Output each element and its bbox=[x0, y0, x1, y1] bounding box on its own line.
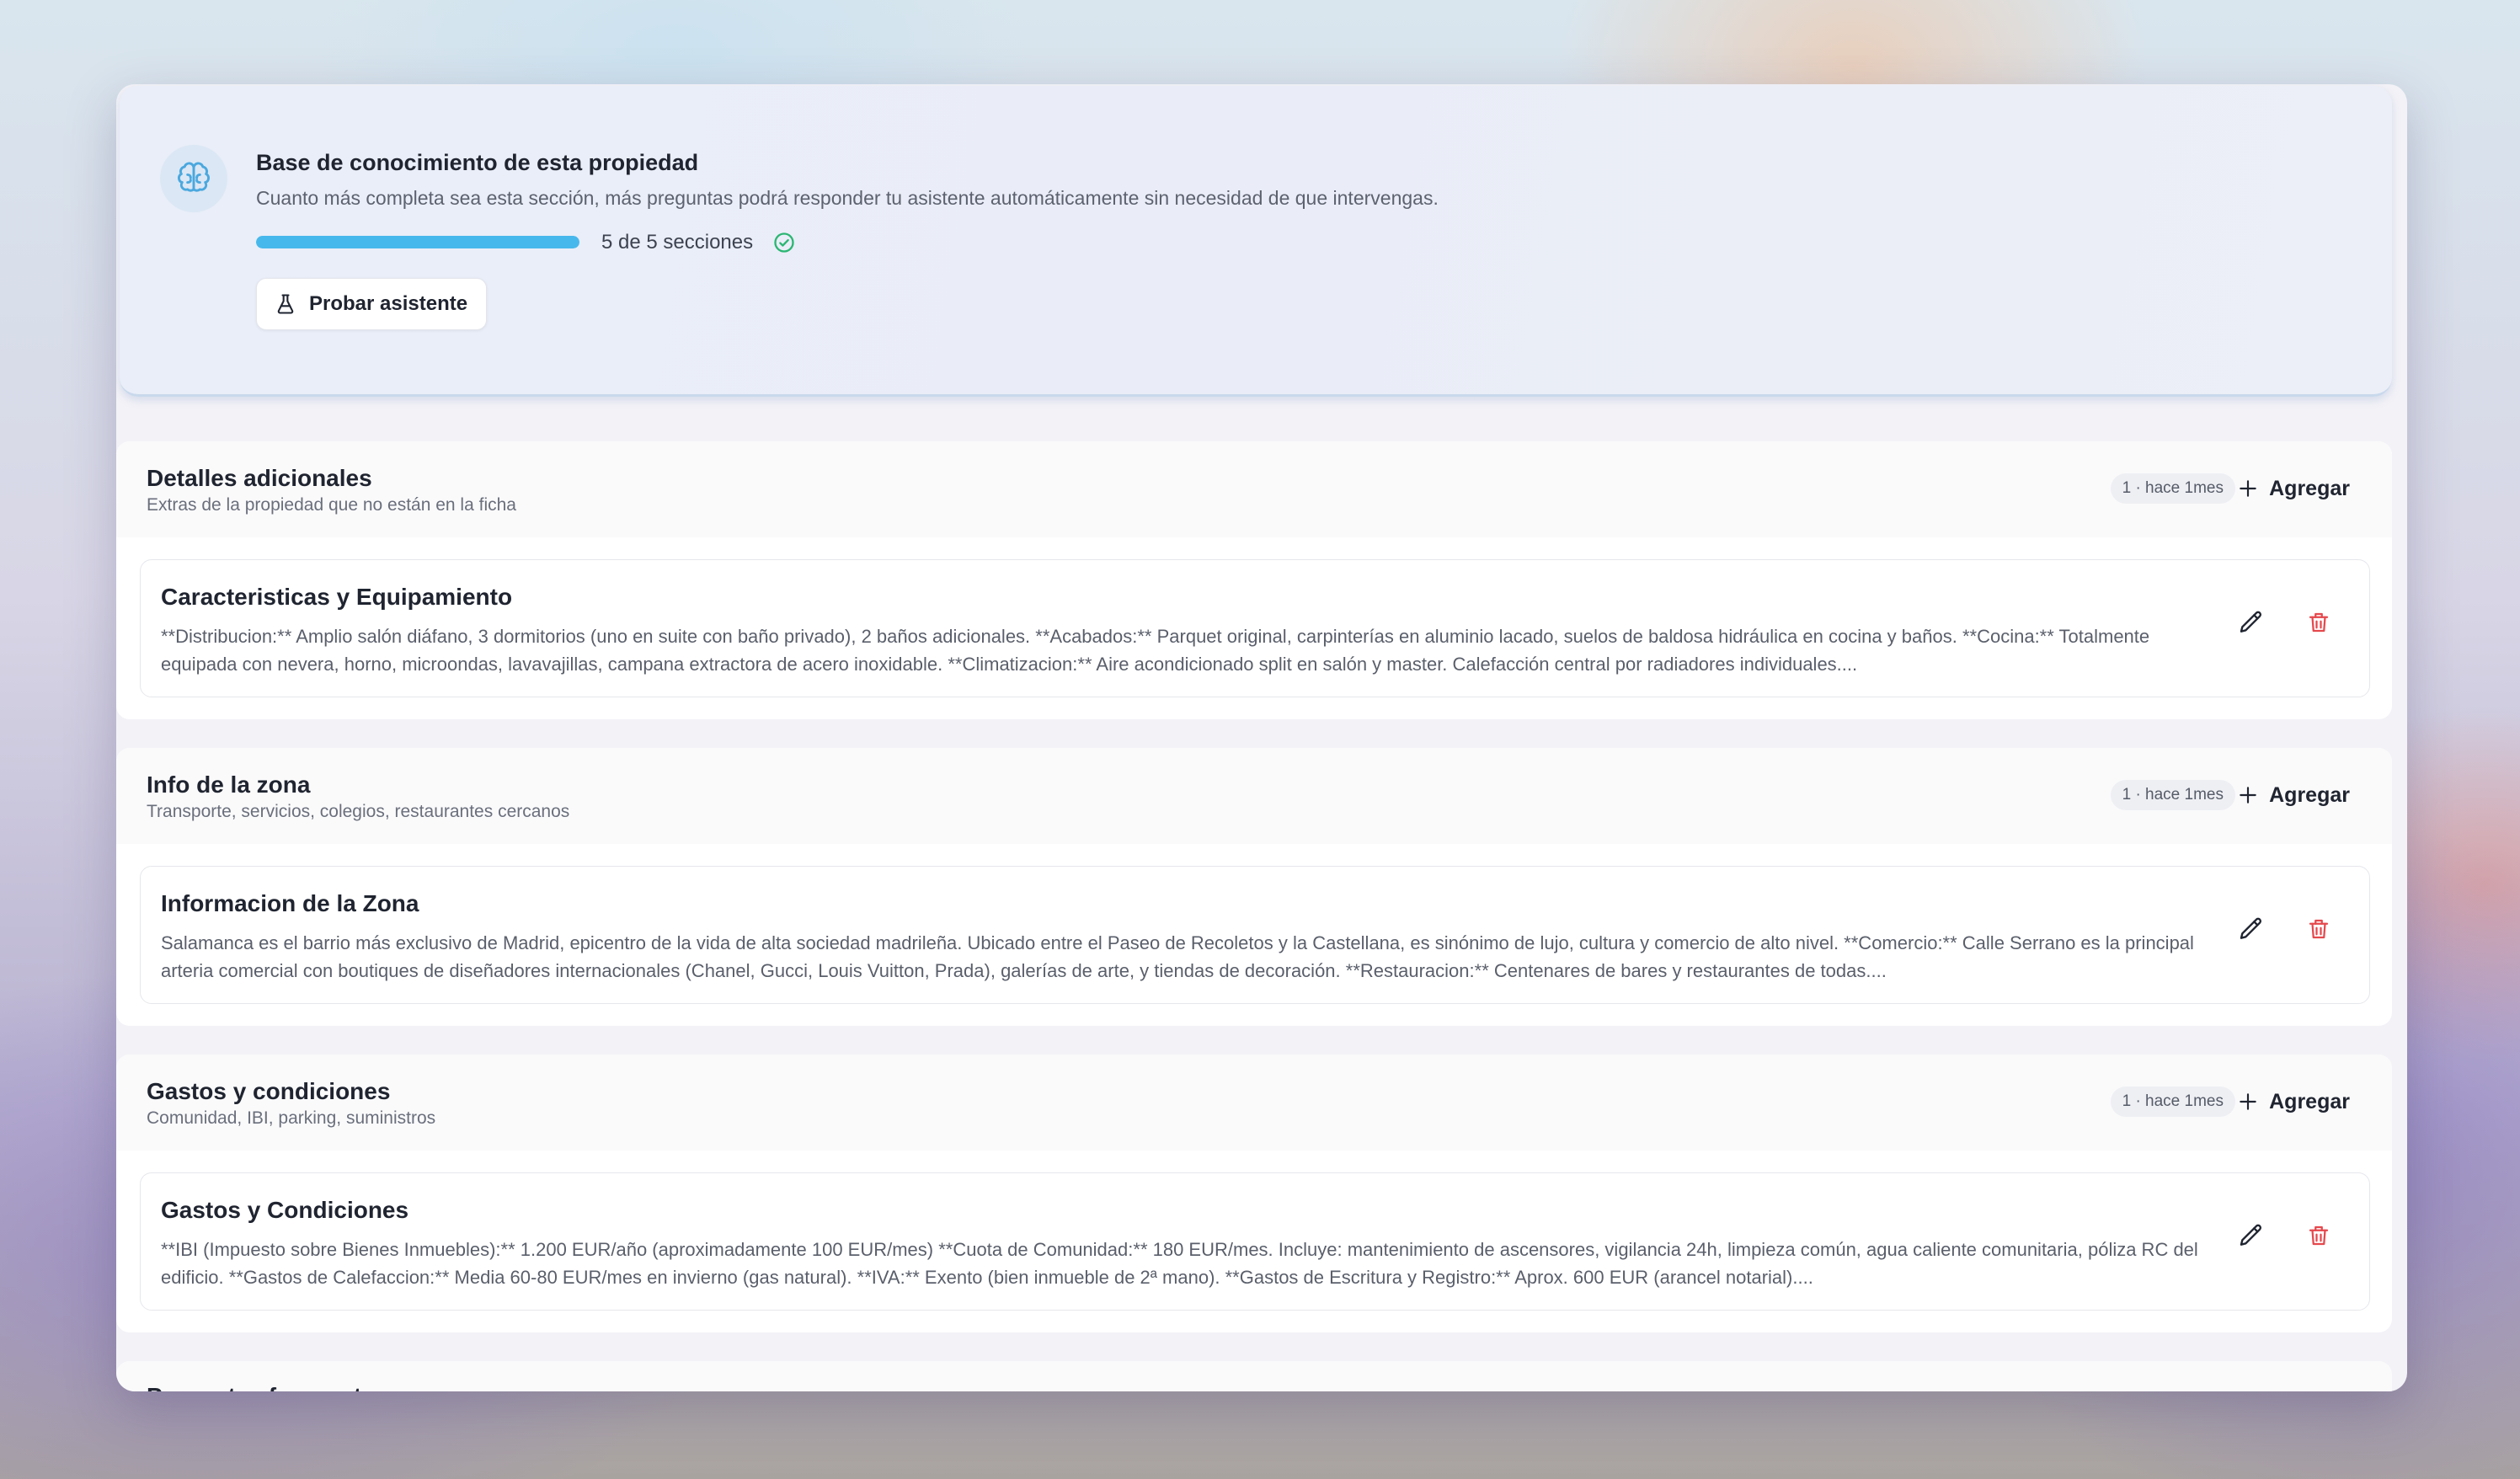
add-button-label: Agregar bbox=[2269, 782, 2350, 807]
add-button-label: Agregar bbox=[2269, 476, 2350, 500]
entry-preview-text: **IBI (Impuesto sobre Bienes Inmuebles):… bbox=[161, 1239, 2198, 1288]
entry-count-badge: 1 · hace 1mes bbox=[2110, 1087, 2235, 1117]
section-subtitle: Comunidad, IBI, parking, suministros bbox=[147, 1108, 436, 1128]
trash-icon[interactable] bbox=[2300, 910, 2337, 948]
brain-icon bbox=[160, 145, 227, 212]
section-title: Gastos y condiciones bbox=[147, 1078, 391, 1104]
section-info-zona: Info de la zona Transporte, servicios, c… bbox=[116, 748, 2392, 1026]
knowledge-base-description: Cuanto más completa sea esta sección, má… bbox=[256, 187, 1439, 209]
section-subtitle: Extras de la propiedad que no están en l… bbox=[147, 495, 516, 515]
pencil-icon[interactable] bbox=[2233, 910, 2270, 948]
section-header: Info de la zona Transporte, servicios, c… bbox=[116, 748, 2392, 844]
add-button[interactable]: Agregar bbox=[2237, 1083, 2350, 1120]
knowledge-base-title: Base de conocimiento de esta propiedad bbox=[256, 150, 699, 175]
section-preguntas-frecuentes: Preguntas frecuentes bbox=[116, 1361, 2392, 1391]
pencil-icon[interactable] bbox=[2233, 604, 2270, 641]
knowledge-entry-card[interactable]: Caracteristicas y Equipamiento **Distrib… bbox=[140, 559, 2370, 697]
content-scroll-area[interactable]: Base de conocimiento de esta propiedad C… bbox=[116, 84, 2407, 1391]
trash-icon[interactable] bbox=[2300, 1217, 2337, 1254]
section-header: Gastos y condiciones Comunidad, IBI, par… bbox=[116, 1055, 2392, 1151]
knowledge-base-card: Base de conocimiento de esta propiedad C… bbox=[120, 86, 2392, 397]
add-button[interactable]: Agregar bbox=[2237, 470, 2350, 507]
flask-icon bbox=[274, 292, 297, 316]
plus-icon bbox=[2237, 1091, 2259, 1113]
progress-text: 5 de 5 secciones bbox=[601, 231, 754, 254]
add-button[interactable]: Agregar bbox=[2237, 777, 2350, 814]
trash-icon[interactable] bbox=[2300, 604, 2337, 641]
section-title: Detalles adicionales bbox=[147, 465, 372, 491]
test-assistant-button[interactable]: Probar asistente bbox=[256, 278, 488, 330]
entry-count-badge: 1 · hace 1mes bbox=[2110, 473, 2235, 504]
entry-title: Caracteristicas y Equipamiento bbox=[161, 584, 513, 610]
section-title: Preguntas frecuentes bbox=[147, 1383, 387, 1391]
section-detalles-adicionales: Detalles adicionales Extras de la propie… bbox=[116, 441, 2392, 719]
entry-count-badge: 1 · hace 1mes bbox=[2110, 780, 2235, 810]
entry-preview-text: **Distribucion:** Amplio salón diáfano, … bbox=[161, 626, 2150, 675]
entry-preview-text: Salamanca es el barrio más exclusivo de … bbox=[161, 932, 2194, 981]
add-button-label: Agregar bbox=[2269, 1089, 2350, 1113]
section-gastos-condiciones: Gastos y condiciones Comunidad, IBI, par… bbox=[116, 1055, 2392, 1332]
plus-icon bbox=[2237, 478, 2259, 499]
main-window: Base de conocimiento de esta propiedad C… bbox=[116, 84, 2407, 1391]
check-circle-icon bbox=[772, 231, 796, 254]
pencil-icon[interactable] bbox=[2233, 1217, 2270, 1254]
plus-icon bbox=[2237, 784, 2259, 806]
test-assistant-label: Probar asistente bbox=[309, 292, 468, 315]
progress-bar-fill bbox=[256, 236, 579, 248]
knowledge-entry-card[interactable]: Informacion de la Zona Salamanca es el b… bbox=[140, 866, 2370, 1004]
sections-progress-bar bbox=[256, 236, 579, 248]
section-subtitle: Transporte, servicios, colegios, restaur… bbox=[147, 802, 570, 821]
knowledge-entry-card[interactable]: Gastos y Condiciones **IBI (Impuesto sob… bbox=[140, 1172, 2370, 1311]
section-header: Detalles adicionales Extras de la propie… bbox=[116, 441, 2392, 537]
entry-title: Informacion de la Zona bbox=[161, 890, 419, 916]
section-title: Info de la zona bbox=[147, 772, 311, 798]
entry-title: Gastos y Condiciones bbox=[161, 1197, 409, 1223]
